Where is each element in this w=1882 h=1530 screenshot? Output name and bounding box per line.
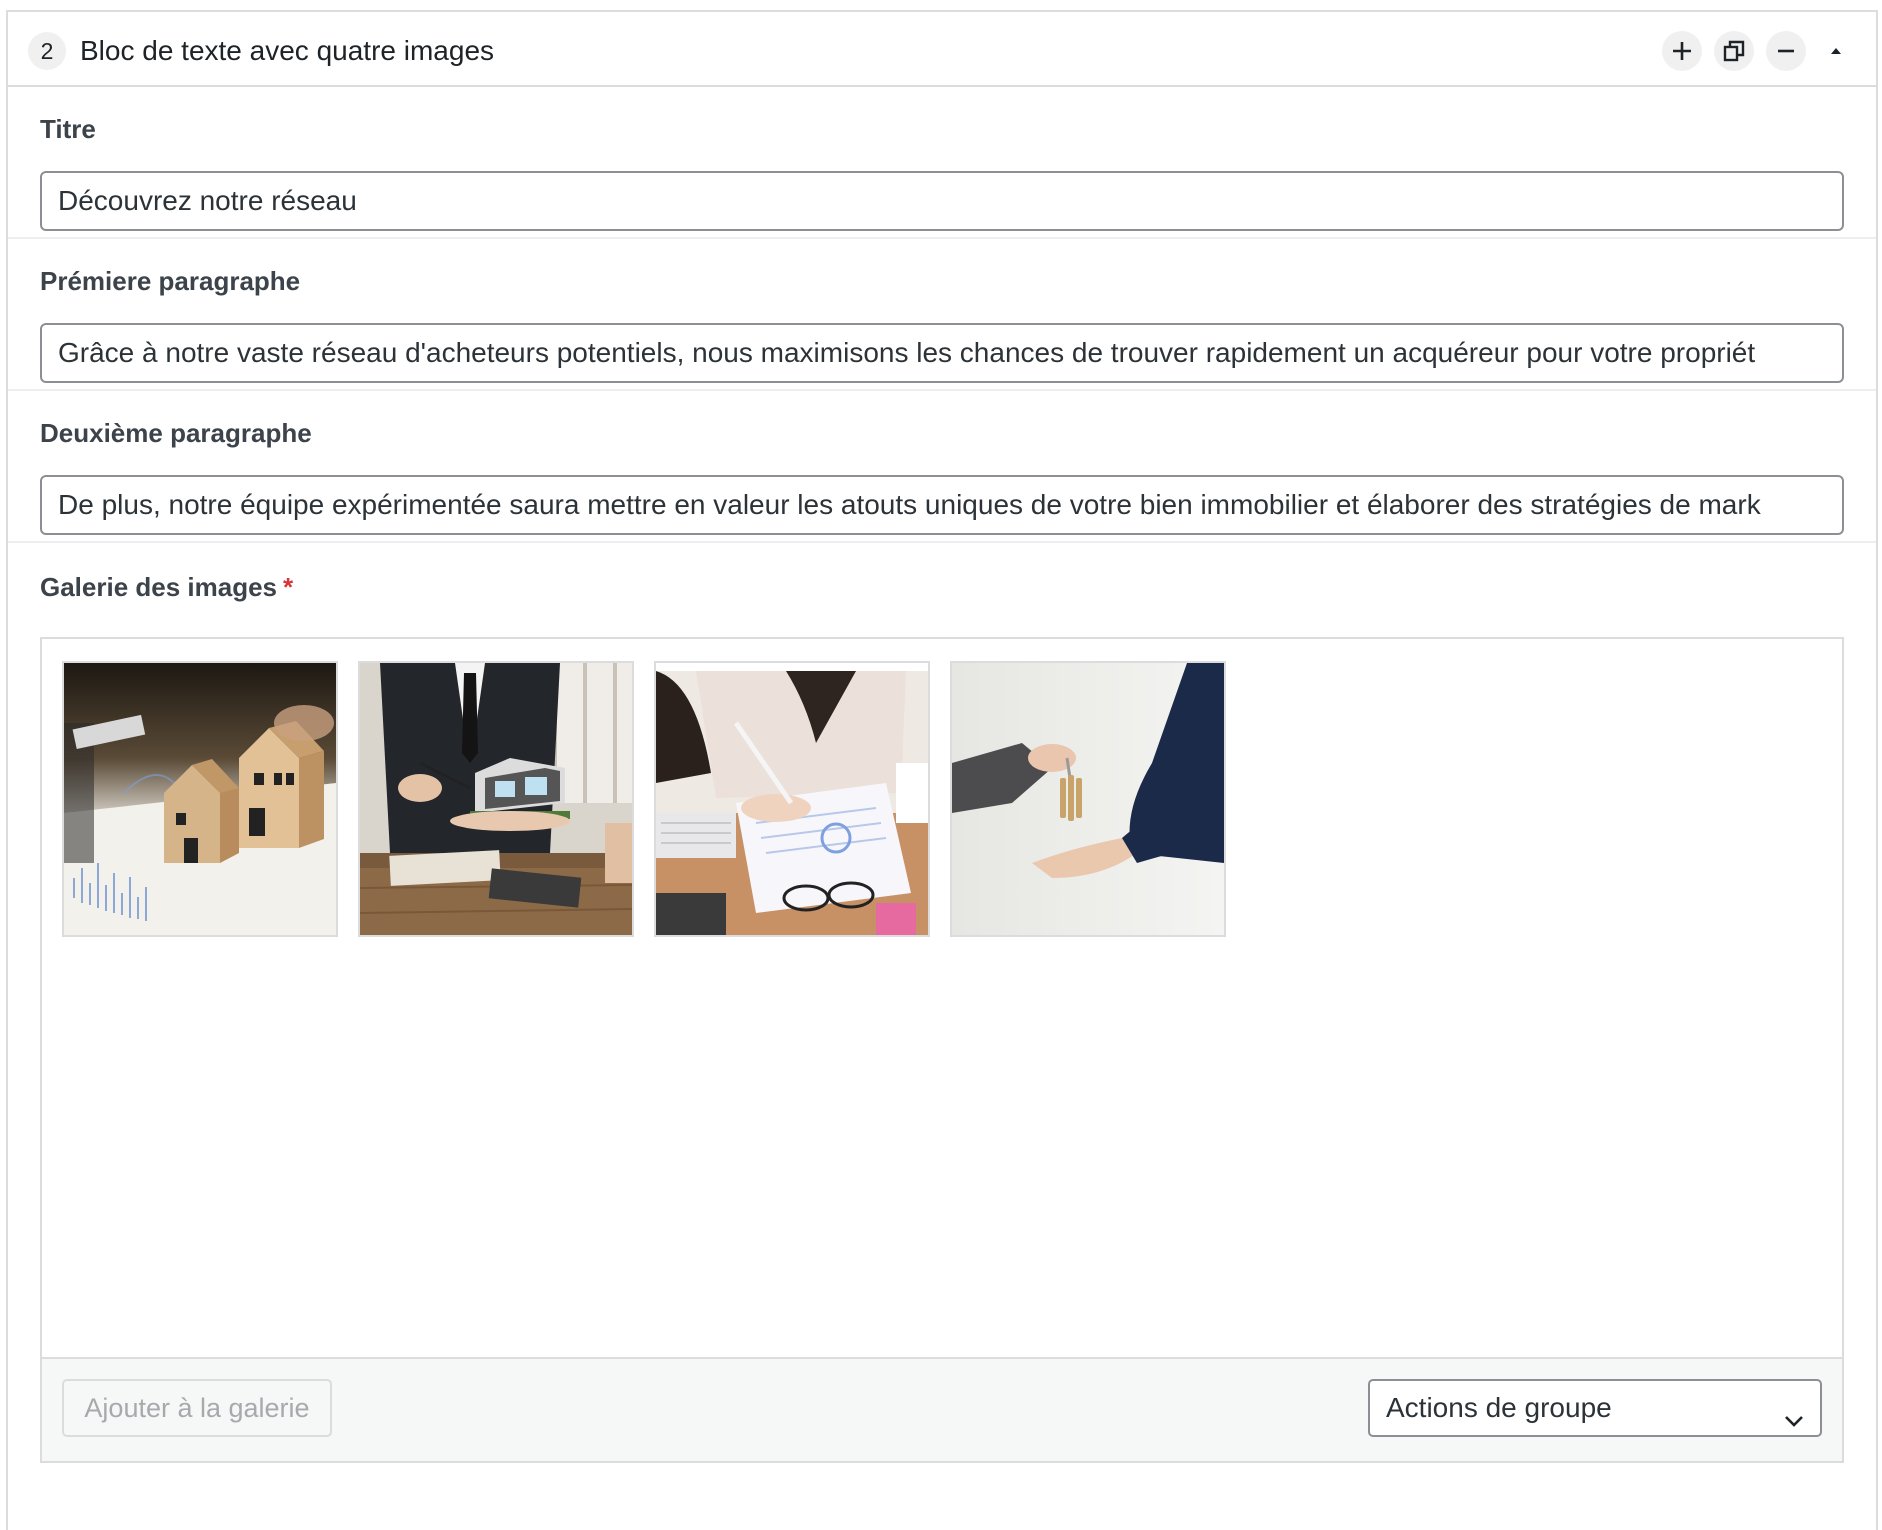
deuxieme-paragraphe-input[interactable]: De plus, notre équipe expérimentée saura… xyxy=(40,475,1844,535)
field-premier-paragraphe: Prémiere paragraphe Grâce à notre vaste … xyxy=(8,239,1876,391)
gallery-container: Ajouter à la galerie Actions de groupe xyxy=(40,637,1844,1463)
required-marker: * xyxy=(283,572,294,602)
plus-icon[interactable] xyxy=(1662,31,1702,71)
gallery-toolbar: Ajouter à la galerie Actions de groupe xyxy=(42,1357,1842,1461)
block-order-badge: 2 xyxy=(28,32,66,70)
add-to-gallery-button[interactable]: Ajouter à la galerie xyxy=(62,1379,332,1437)
field-galerie: Galerie des images * Ajouter à la galeri… xyxy=(8,543,1876,1493)
duplicate-icon[interactable] xyxy=(1714,31,1754,71)
minus-icon[interactable] xyxy=(1766,31,1806,71)
block-controls xyxy=(1662,31,1854,71)
titre-label: Titre xyxy=(40,114,96,144)
chevron-down-icon xyxy=(1782,1397,1806,1451)
block-header[interactable]: 2 Bloc de texte avec quatre images xyxy=(8,12,1876,87)
gallery-image-wooden-houses[interactable] xyxy=(62,661,338,937)
field-titre: Titre Découvrez notre réseau xyxy=(8,87,1876,239)
bulk-actions-select[interactable]: Actions de groupe xyxy=(1368,1379,1822,1437)
collapse-arrow-icon[interactable] xyxy=(1818,31,1854,71)
premier-paragraphe-label: Prémiere paragraphe xyxy=(40,266,301,296)
deuxieme-paragraphe-label: Deuxième paragraphe xyxy=(40,418,312,448)
gallery-image-woman-writing[interactable] xyxy=(654,661,930,937)
bulk-actions-label: Actions de groupe xyxy=(1386,1392,1612,1423)
galerie-label: Galerie des images * xyxy=(40,571,293,603)
gallery-image-handing-keys[interactable] xyxy=(950,661,1226,937)
field-deuxieme-paragraphe: Deuxième paragraphe De plus, notre équip… xyxy=(8,391,1876,543)
galerie-label-text: Galerie des images xyxy=(40,572,278,602)
gallery-image-agent-house-model[interactable] xyxy=(358,661,634,937)
premier-paragraphe-input[interactable]: Grâce à notre vaste réseau d'acheteurs p… xyxy=(40,323,1844,383)
titre-input[interactable]: Découvrez notre réseau xyxy=(40,171,1844,231)
block-title: Bloc de texte avec quatre images xyxy=(80,35,495,66)
flexible-content-block: 2 Bloc de texte avec quatre images Titre… xyxy=(6,10,1878,1530)
